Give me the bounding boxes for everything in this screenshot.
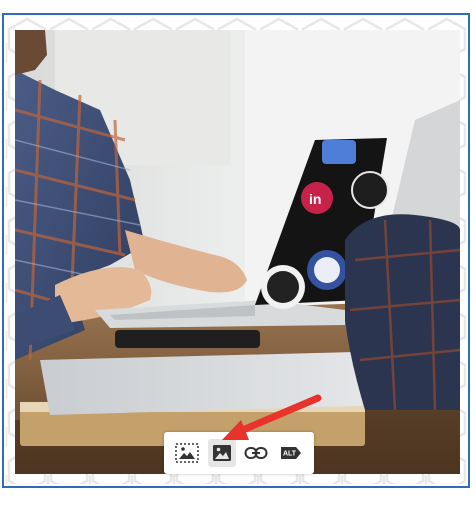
alt-tag-label: ALT (283, 451, 297, 458)
editor-stage: in ALT (0, 0, 476, 516)
svg-text:in: in (309, 191, 321, 207)
image-button[interactable] (207, 439, 236, 467)
image-crop-button[interactable] (173, 439, 201, 467)
image-toolbar: ALT (164, 432, 314, 474)
alt-text-button[interactable]: ALT (277, 439, 305, 467)
link-button[interactable] (242, 439, 270, 467)
link-icon (244, 447, 268, 459)
image-crop-icon (175, 443, 199, 463)
image-icon (212, 445, 231, 461)
alt-tag-icon: ALT (280, 447, 301, 459)
office-laptop-photo: in (15, 30, 460, 474)
selected-image[interactable]: in (15, 30, 460, 474)
